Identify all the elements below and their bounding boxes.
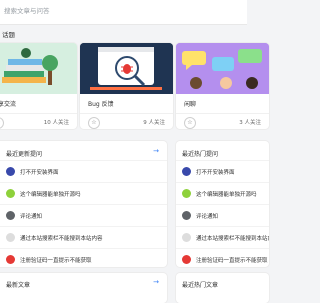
panel-title: 最近热门文章 — [182, 282, 219, 289]
question-title[interactable]: 评论通知 — [196, 212, 218, 220]
topic-image-bug — [80, 43, 173, 94]
topic-followers: 10 人关注 — [43, 120, 69, 126]
topic-name: 闲聊 — [184, 101, 197, 108]
hot-questions-panel: 最近热门提问 打不开安装界面 这个编辑器能单独开源吗 评论通知 通过本站搜索栏不… — [176, 141, 269, 267]
question-title[interactable]: 这个编辑器能单独开源吗 — [20, 190, 81, 198]
bug-illustration — [80, 43, 173, 94]
recent-questions-panel: 最近更新提问 → 打不开安装界面 这个编辑器能单独开源吗 评论通知 通过本站搜索… — [0, 141, 167, 267]
question-title[interactable]: 评论通知 — [20, 212, 42, 220]
question-title[interactable]: 注册验证码一直提示不能获取 — [20, 256, 92, 264]
arrow-right-icon[interactable]: → — [153, 147, 159, 155]
question-row[interactable]: 评论通知 — [0, 204, 167, 227]
question-row[interactable]: 通过本站搜索栏不能搜到本站内容 — [0, 226, 167, 249]
avatar — [6, 167, 15, 176]
avatar — [182, 233, 191, 242]
question-title[interactable]: 通过本站搜索栏不能搜到本站内容 — [196, 234, 269, 242]
avatar — [6, 255, 15, 264]
question-row[interactable]: 打不开安装界面 — [0, 160, 167, 183]
books-illustration — [0, 43, 77, 94]
avatar — [6, 189, 15, 198]
question-row[interactable]: 评论通知 — [176, 204, 269, 227]
topic-card-chat[interactable]: 闲聊 ☆ 3 人关注 — [176, 43, 269, 129]
question-row[interactable]: 通过本站搜索栏不能搜到本站内容 — [176, 226, 269, 249]
question-row[interactable]: 打不开安装界面 — [176, 160, 269, 183]
question-title[interactable]: 通过本站搜索栏不能搜到本站内容 — [20, 234, 103, 242]
question-title[interactable]: 注册验证码一直提示不能获取 — [196, 256, 268, 264]
follow-star-icon[interactable]: ☆ — [88, 117, 100, 129]
avatar — [6, 233, 15, 242]
chat-illustration — [176, 43, 269, 94]
follow-star-icon[interactable]: ☆ — [184, 117, 196, 129]
panel-title: 最近更新提问 — [6, 151, 43, 158]
panel-title: 最近热门提问 — [182, 151, 219, 158]
topic-image-share — [0, 43, 77, 94]
avatar — [182, 167, 191, 176]
topic-followers: 9 人关注 — [143, 120, 165, 126]
topic-footer: ☆ 10 人关注 — [0, 113, 77, 129]
search-input[interactable]: 搜索文章与问答 — [4, 5, 50, 15]
avatar — [182, 255, 191, 264]
question-row[interactable]: 这个编辑器能单独开源吗 — [0, 182, 167, 205]
topic-name: 分享交流 — [0, 101, 17, 108]
follow-star-icon[interactable]: ☆ — [0, 117, 4, 129]
topic-footer: ☆ 3 人关注 — [176, 113, 269, 129]
topic-footer: ☆ 9 人关注 — [80, 113, 173, 129]
question-title[interactable]: 打不开安装界面 — [196, 168, 235, 176]
question-row[interactable]: 注册验证码一直提示不能获取 — [0, 248, 167, 267]
topic-card-bug[interactable]: Bug 反馈 ☆ 9 人关注 — [80, 43, 173, 129]
avatar — [182, 189, 191, 198]
question-title[interactable]: 这个编辑器能单独开源吗 — [196, 190, 257, 198]
question-row[interactable]: 这个编辑器能单独开源吗 — [176, 182, 269, 205]
topic-followers: 3 人关注 — [239, 120, 261, 126]
topics-section-title: 话题 — [2, 31, 15, 39]
top-bar: 搜索文章与问答 — [0, 0, 247, 25]
question-row[interactable]: 注册验证码一直提示不能获取 — [176, 248, 269, 267]
topic-card-share[interactable]: 分享交流 ☆ 10 人关注 — [0, 43, 77, 129]
topic-name: Bug 反馈 — [88, 101, 114, 108]
question-title[interactable]: 打不开安装界面 — [20, 168, 59, 176]
hot-articles-panel: 最近热门文章 — [176, 273, 269, 303]
panel-title: 最新文章 — [6, 282, 31, 289]
latest-articles-panel: 最新文章 → — [0, 273, 167, 303]
avatar — [182, 211, 191, 220]
arrow-right-icon[interactable]: → — [153, 278, 159, 286]
avatar — [6, 211, 15, 220]
topic-image-chat — [176, 43, 269, 94]
